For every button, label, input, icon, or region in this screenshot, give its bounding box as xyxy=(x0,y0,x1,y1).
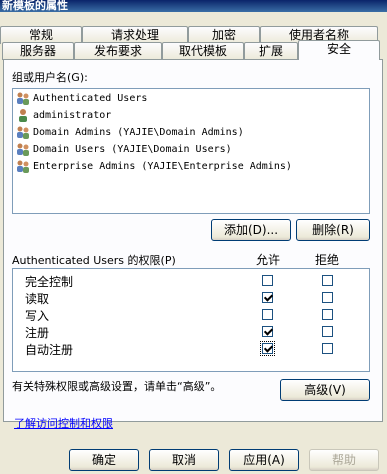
permissions-header: Authenticated Users 的权限(P) xyxy=(12,254,176,267)
cancel-button[interactable]: 取消 xyxy=(149,449,219,471)
deny-checkbox[interactable] xyxy=(322,292,333,303)
permission-name: 自动注册 xyxy=(25,343,74,357)
group-icon xyxy=(16,159,30,173)
permissions-list: 完全控制 读取 写入 注册 自动注册 xyxy=(12,268,370,372)
list-item[interactable]: Authenticated Users xyxy=(16,91,147,107)
permission-row-enroll: 注册 xyxy=(13,323,369,340)
learn-access-control-link[interactable]: 了解访问控制和权限 xyxy=(14,415,113,431)
list-item-label: Authenticated Users xyxy=(33,93,148,104)
allow-checkbox[interactable] xyxy=(262,326,273,337)
list-item-label: Domain Users (YAJIE\Domain Users) xyxy=(33,144,232,155)
allow-checkbox[interactable] xyxy=(262,309,273,320)
permission-row-full-control: 完全控制 xyxy=(13,272,369,289)
deny-checkbox[interactable] xyxy=(322,343,333,354)
tab-security[interactable]: 安全 xyxy=(298,40,380,60)
permission-name: 写入 xyxy=(25,309,50,323)
allow-checkbox[interactable] xyxy=(262,275,273,286)
add-button[interactable]: 添加(D)... xyxy=(211,219,291,241)
deny-checkbox[interactable] xyxy=(322,309,333,320)
permission-name: 注册 xyxy=(25,326,50,340)
list-item[interactable]: Domain Users (YAJIE\Domain Users) xyxy=(16,142,232,158)
advanced-hint-text: 有关特殊权限或高级设置，请单击“高级”。 xyxy=(12,380,222,393)
tab-extensions[interactable]: 扩展 xyxy=(244,42,298,60)
group-icon xyxy=(16,91,30,105)
tab-issuance-requirements[interactable]: 发布要求 xyxy=(74,42,162,60)
allow-header: 允许 xyxy=(256,253,281,267)
allow-checkbox[interactable] xyxy=(262,292,273,303)
permission-name: 读取 xyxy=(25,292,50,306)
group-or-users-label: 组或用户名(G): xyxy=(12,71,88,84)
permission-row-write: 写入 xyxy=(13,306,369,323)
deny-checkbox[interactable] xyxy=(322,275,333,286)
tab-row-2: 服务器 发布要求 取代模板 扩展 安全 xyxy=(0,40,387,60)
group-icon xyxy=(16,125,30,139)
list-item[interactable]: administrator xyxy=(16,108,111,124)
permission-row-read: 读取 xyxy=(13,289,369,306)
list-item-label: Domain Admins (YAJIE\Domain Admins) xyxy=(33,127,244,138)
advanced-button[interactable]: 高级(V) xyxy=(280,379,370,401)
list-item[interactable]: Domain Admins (YAJIE\Domain Admins) xyxy=(16,125,244,141)
window-title: 新模板的属性 xyxy=(0,0,387,12)
permission-row-autoenroll: 自动注册 xyxy=(13,340,369,357)
list-item[interactable]: Enterprise Admins (YAJIE\Enterprise Admi… xyxy=(16,159,292,175)
users-listbox[interactable]: Authenticated Users administrator Domain… xyxy=(12,88,370,214)
ok-button[interactable]: 确定 xyxy=(69,449,139,471)
deny-header: 拒绝 xyxy=(315,253,340,267)
user-icon xyxy=(16,108,30,122)
deny-checkbox[interactable] xyxy=(322,326,333,337)
help-button[interactable]: 帮助 xyxy=(309,449,379,471)
properties-dialog: 常规 请求处理 加密 使用者名称 服务器 发布要求 取代模板 扩展 安全 组或用… xyxy=(0,12,387,474)
list-item-label: Enterprise Admins (YAJIE\Enterprise Admi… xyxy=(33,161,292,172)
remove-button[interactable]: 删除(R) xyxy=(296,219,370,241)
list-item-label: administrator xyxy=(33,110,112,121)
group-icon xyxy=(16,142,30,156)
tab-superseded-templates[interactable]: 取代模板 xyxy=(162,42,244,60)
allow-checkbox[interactable] xyxy=(260,341,275,356)
permission-name: 完全控制 xyxy=(25,275,74,289)
apply-button[interactable]: 应用(A) xyxy=(229,449,299,471)
tab-server[interactable]: 服务器 xyxy=(2,42,74,60)
